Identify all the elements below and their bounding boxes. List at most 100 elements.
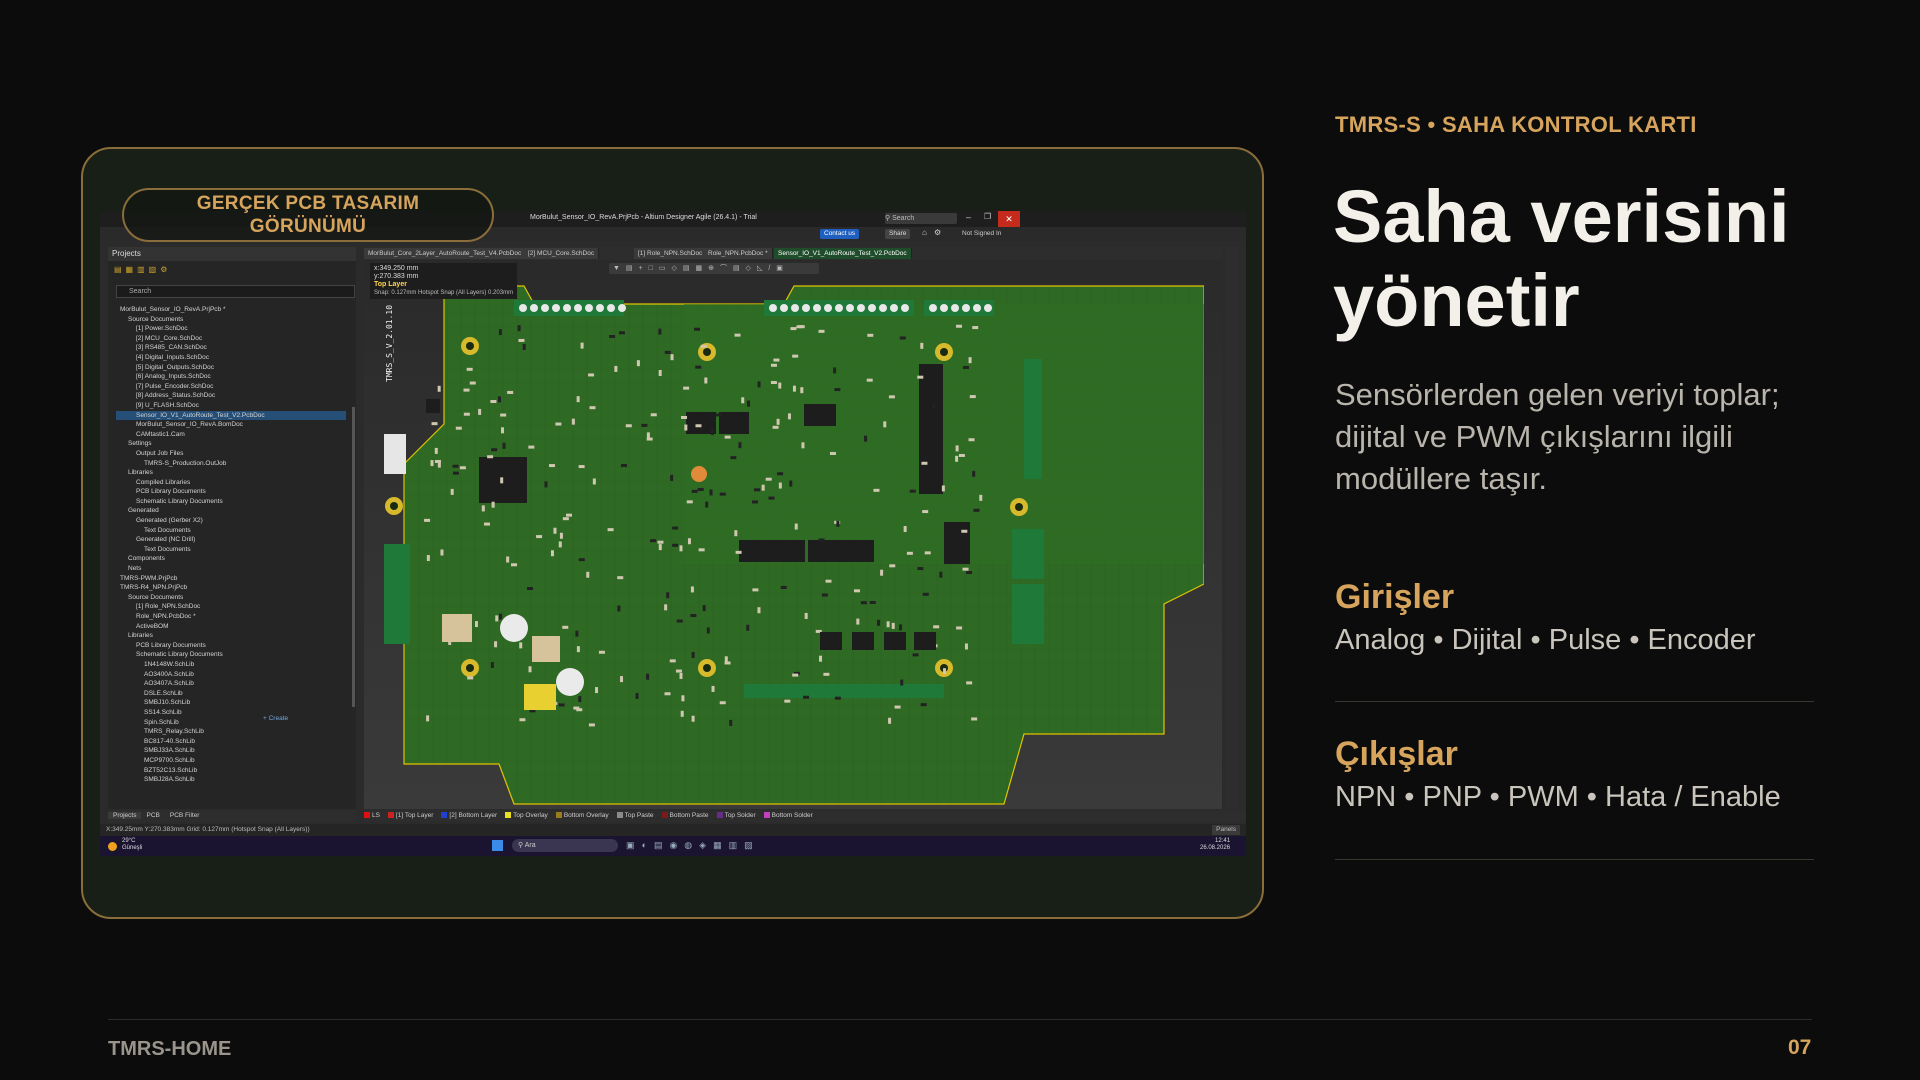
- tree-item[interactable]: [1] Power.SchDoc: [116, 324, 346, 334]
- smd-component: [657, 540, 664, 544]
- document-tab[interactable]: Role_NPN.PcbDoc *: [704, 248, 773, 259]
- tree-item[interactable]: AO3407A.SchLib: [116, 679, 346, 689]
- layer-tab[interactable]: Top Overlay: [505, 812, 548, 819]
- tree-item[interactable]: Compiled Libraries: [116, 478, 346, 488]
- panel-bottom-tab[interactable]: PCB Filter: [165, 812, 205, 819]
- tree-item[interactable]: SS14.SchLib: [116, 708, 346, 718]
- document-tab[interactable]: [2] MCU_Core.SchDoc: [524, 248, 600, 259]
- smd-component: [519, 718, 526, 722]
- panel-bottom-tab[interactable]: Projects: [108, 812, 142, 819]
- tree-item[interactable]: MorBulut_Sensor_IO_RevA.BomDoc: [116, 420, 346, 430]
- maximize-button[interactable]: ❐: [984, 212, 991, 221]
- tree-item[interactable]: Schematic Library Documents: [116, 497, 346, 507]
- taskbar-clock[interactable]: 12:41 26.08.2026: [1200, 838, 1230, 852]
- tree-item[interactable]: [1] Role_NPN.SchDoc: [116, 602, 346, 612]
- smd-component: [889, 564, 896, 568]
- tree-item[interactable]: TMRS_Relay.SchLib: [116, 727, 346, 737]
- document-tab[interactable]: [1] Role_NPN.SchDoc: [634, 248, 708, 259]
- tree-item[interactable]: Output Job Files: [116, 449, 346, 459]
- document-tab[interactable]: MorBulut_Core_2Layer_AutoRoute_Test_V4.P…: [364, 248, 527, 259]
- panel-bottom-tab[interactable]: PCB: [141, 812, 164, 819]
- smd-component: [494, 641, 498, 648]
- tree-item[interactable]: Role_NPN.PcbDoc *: [116, 612, 346, 622]
- layer-tab[interactable]: [2] Bottom Layer: [441, 812, 497, 819]
- tree-item[interactable]: [5] Digital_Outputs.SchDoc: [116, 363, 346, 373]
- tree-item[interactable]: [9] U_FLASH.SchDoc: [116, 401, 346, 411]
- tree-item[interactable]: [6] Analog_Inputs.SchDoc: [116, 372, 346, 382]
- layer-tab[interactable]: Bottom Overlay: [555, 812, 609, 819]
- tree-item[interactable]: TMRS-S_Production.OutJob: [116, 459, 346, 469]
- tree-item[interactable]: MorBulut_Sensor_IO_RevA.PrjPcb *: [116, 305, 346, 315]
- tree-item[interactable]: [7] Pulse_Encoder.SchDoc: [116, 382, 346, 392]
- tree-item[interactable]: Libraries: [116, 631, 346, 641]
- tree-item[interactable]: TMRS-PWM.PrjPcb: [116, 574, 346, 584]
- pcb-canvas[interactable]: TMRS_S_V_2.01.10 ▼▤+□▭◇▤▦⊕⌒▤◇◺/▣: [364, 260, 1222, 809]
- tree-item[interactable]: [2] MCU_Core.SchDoc: [116, 334, 346, 344]
- panel-search-input[interactable]: Search: [116, 285, 355, 298]
- tree-item[interactable]: Spin.SchLib: [116, 718, 346, 728]
- create-link[interactable]: + Create: [263, 715, 288, 722]
- tree-item[interactable]: SMBJ33A.SchLib: [116, 746, 346, 756]
- tree-item[interactable]: AO3400A.SchLib: [116, 670, 346, 680]
- layer-tab[interactable]: [1] Top Layer: [387, 812, 433, 819]
- tree-item[interactable]: Text Documents: [116, 526, 346, 536]
- tree-item[interactable]: PCB Library Documents: [116, 641, 346, 651]
- layer-tab[interactable]: LS: [364, 812, 380, 819]
- clock-time: 12:41: [1215, 838, 1231, 844]
- tree-item[interactable]: Settings: [116, 439, 346, 449]
- tree-item[interactable]: [8] Address_Status.SchDoc: [116, 391, 346, 401]
- title-search-box[interactable]: ⚲ Search: [885, 213, 957, 224]
- layer-tab[interactable]: Bottom Solder: [763, 812, 813, 819]
- smd-component: [578, 558, 585, 562]
- tree-item[interactable]: CAMtastic1.Cam: [116, 430, 346, 440]
- panels-button[interactable]: Panels: [1212, 825, 1240, 835]
- windows-start-icon[interactable]: [492, 840, 503, 851]
- tree-item[interactable]: PCB Library Documents: [116, 487, 346, 497]
- minimize-button[interactable]: –: [966, 212, 971, 222]
- taskbar-search[interactable]: ⚲ Ara: [512, 839, 618, 852]
- description: Sensörlerden gelen veriyi toplar; dijita…: [1335, 377, 1780, 496]
- pcb-active-bar[interactable]: ▼▤+□▭◇▤▦⊕⌒▤◇◺/▣: [609, 263, 819, 274]
- tree-item[interactable]: MCP9700.SchLib: [116, 756, 346, 766]
- share-button[interactable]: Share: [885, 229, 911, 239]
- tree-item[interactable]: Source Documents: [116, 593, 346, 603]
- home-icon[interactable]: ⌂: [922, 228, 927, 237]
- tree-item[interactable]: Text Documents: [116, 545, 346, 555]
- tree-item[interactable]: SMBJ10.SchLib: [116, 698, 346, 708]
- layer-tab[interactable]: Top Solder: [716, 812, 756, 819]
- tree-item[interactable]: Generated: [116, 506, 346, 516]
- smd-component: [823, 672, 830, 676]
- tree-item[interactable]: Schematic Library Documents: [116, 650, 346, 660]
- tree-item[interactable]: BZT52C13.SchLib: [116, 766, 346, 776]
- tree-item[interactable]: Nets: [116, 564, 346, 574]
- tree-item[interactable]: [4] Digital_Inputs.SchDoc: [116, 353, 346, 363]
- tree-item[interactable]: 1N4148W.SchLib: [116, 660, 346, 670]
- tree-item[interactable]: [3] RS485_CAN.SchDoc: [116, 343, 346, 353]
- contact-us-button[interactable]: Contact us: [820, 229, 860, 239]
- tree-item[interactable]: Sensor_IO_V1_AutoRoute_Test_V2.PcbDoc: [116, 410, 346, 421]
- signin-status[interactable]: Not Signed In: [962, 230, 1001, 237]
- tree-item[interactable]: DSLE.SchLib: [116, 689, 346, 699]
- tree-item[interactable]: TMRS-R4_NPN.PrjPcb: [116, 583, 346, 593]
- tree-item[interactable]: Generated (NC Drill): [116, 535, 346, 545]
- taskbar-apps[interactable]: ▣◐▤◉◍◈▦▥▨: [626, 840, 760, 851]
- panel-scrollbar[interactable]: [352, 407, 355, 707]
- smd-component: [979, 494, 983, 501]
- tree-item[interactable]: Generated (Gerber X2): [116, 516, 346, 526]
- layer-tab[interactable]: Top Paste: [616, 812, 654, 819]
- document-tab[interactable]: Sensor_IO_V1_AutoRoute_Test_V2.PcbDoc: [774, 248, 912, 259]
- gear-icon[interactable]: ⚙: [934, 228, 941, 237]
- tree-item[interactable]: ActiveBOM: [116, 622, 346, 632]
- panel-toolbar[interactable]: ▤▦▥▧⚙: [114, 265, 171, 277]
- tree-item[interactable]: Source Documents: [116, 315, 346, 325]
- smd-component: [575, 630, 579, 637]
- tree-item[interactable]: Components: [116, 554, 346, 564]
- smd-component: [792, 385, 796, 392]
- right-panel-tabs[interactable]: [1225, 247, 1238, 809]
- tree-item[interactable]: SMBJ28A.SchLib: [116, 775, 346, 785]
- weather-widget[interactable]: 29°C Güneşli: [122, 838, 142, 852]
- tree-item[interactable]: Libraries: [116, 468, 346, 478]
- layer-tab[interactable]: Bottom Paste: [661, 812, 709, 819]
- close-button[interactable]: ✕: [998, 211, 1020, 227]
- tree-item[interactable]: BC817-40.SchLib: [116, 737, 346, 747]
